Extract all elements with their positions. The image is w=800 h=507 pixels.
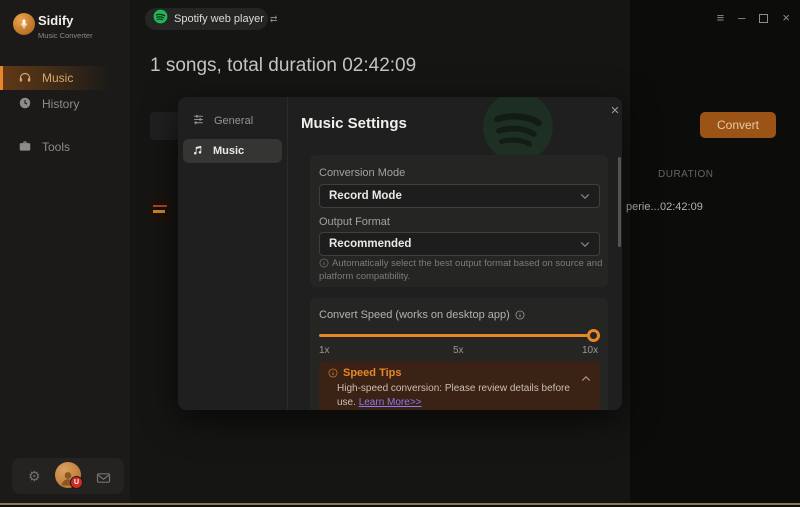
tab-label: Spotify web player (174, 13, 264, 25)
toolbar-partial (150, 112, 180, 140)
convert-button[interactable]: Convert (700, 112, 776, 138)
speed-tips-message: High-speed conversion: Please review det… (337, 382, 589, 409)
tab-music[interactable]: Music (183, 139, 282, 163)
spotify-web-player-tab[interactable]: Spotify web player ⇄ (145, 8, 277, 30)
speed-slider[interactable] (319, 329, 600, 342)
speed-label-text: Convert Speed (works on desktop app) (319, 309, 510, 321)
album-art-thumbnail (150, 195, 172, 223)
music-settings-modal: × General Music Music Settings Conversio… (178, 97, 622, 410)
modal-scrollbar[interactable] (618, 157, 621, 247)
duration-column-header: DURATION (658, 169, 714, 180)
speed-tips-box: Speed Tips High-speed conversion: Please… (319, 361, 600, 410)
convert-speed-label: Convert Speed (works on desktop app) (319, 309, 525, 321)
warning-info-icon (328, 368, 338, 378)
window-controls: ≡ – × (690, 8, 790, 28)
brand-subtitle: Music Converter (38, 31, 93, 40)
songs-summary: 1 songs, total duration 02:42:09 (150, 55, 417, 76)
spotify-icon (153, 9, 168, 29)
speed-tips-title: Speed Tips (343, 367, 402, 379)
sliders-icon (192, 113, 205, 129)
menu-icon[interactable]: ≡ (717, 11, 725, 25)
switch-platform-icon[interactable]: ⇄ (270, 14, 278, 25)
chevron-down-icon (580, 187, 590, 205)
maximize-icon[interactable] (759, 13, 769, 23)
tick-10x: 10x (582, 345, 599, 356)
tab-label: Music (213, 145, 245, 157)
sidify-logo-icon (13, 13, 35, 35)
toolbox-icon (18, 139, 32, 156)
output-format-select[interactable]: Recommended (319, 232, 600, 256)
conversion-mode-value: Record Mode (329, 190, 402, 202)
sidebar-item-tools[interactable]: Tools (0, 135, 130, 159)
account-status-badge: U (70, 476, 83, 489)
modal-title: Music Settings (301, 115, 407, 132)
output-format-value: Recommended (329, 238, 412, 250)
slider-track (319, 334, 600, 337)
conversion-mode-select[interactable]: Record Mode (319, 184, 600, 208)
album-art-detail (153, 205, 167, 207)
main-background-right (630, 0, 800, 503)
window-bottom-edge (0, 503, 800, 505)
speed-tips-header: Speed Tips (328, 367, 401, 379)
app-window: Sidify Music Converter Music History Too… (0, 0, 800, 507)
album-art-detail (153, 210, 165, 213)
song-row-title: perie... (626, 201, 660, 213)
music-note-icon (192, 144, 204, 159)
tick-1x: 1x (319, 345, 330, 356)
info-icon (319, 258, 329, 268)
brand-name: Sidify (38, 13, 74, 28)
tab-general[interactable]: General (183, 109, 282, 133)
close-modal-icon[interactable]: × (606, 101, 622, 119)
song-row-duration: 02:42:09 (660, 201, 703, 213)
sidebar: Sidify Music Converter Music History Too… (0, 0, 130, 503)
sidebar-item-history[interactable]: History (0, 92, 130, 116)
hint-text: Automatically select the best output for… (319, 258, 603, 282)
tab-label: General (214, 115, 254, 127)
sidebar-item-label: History (42, 97, 80, 111)
convert-speed-card: Convert Speed (works on desktop app) 1x … (310, 298, 608, 410)
sidebar-item-label: Tools (42, 140, 71, 154)
chevron-down-icon (580, 235, 590, 253)
sidebar-item-label: Music (42, 71, 74, 85)
sidebar-item-music[interactable]: Music (0, 66, 130, 90)
clock-icon (18, 96, 32, 113)
close-window-icon[interactable]: × (782, 11, 790, 25)
minimize-icon[interactable]: – (738, 11, 745, 25)
tick-5x: 5x (453, 345, 464, 356)
settings-tab-panel: General Music (178, 97, 288, 410)
settings-gear-icon[interactable]: ⚙ (28, 467, 41, 485)
output-format-label: Output Format (319, 216, 390, 228)
learn-more-link[interactable]: Learn More>> (359, 397, 422, 408)
headphones-icon (18, 70, 32, 87)
conversion-mode-label: Conversion Mode (319, 167, 406, 179)
slider-handle[interactable] (587, 329, 600, 342)
info-icon[interactable] (515, 310, 525, 320)
format-settings-card: Conversion Mode Record Mode Output Forma… (310, 155, 608, 287)
mail-icon[interactable] (96, 471, 111, 489)
output-format-hint: Automatically select the best output for… (319, 257, 603, 283)
